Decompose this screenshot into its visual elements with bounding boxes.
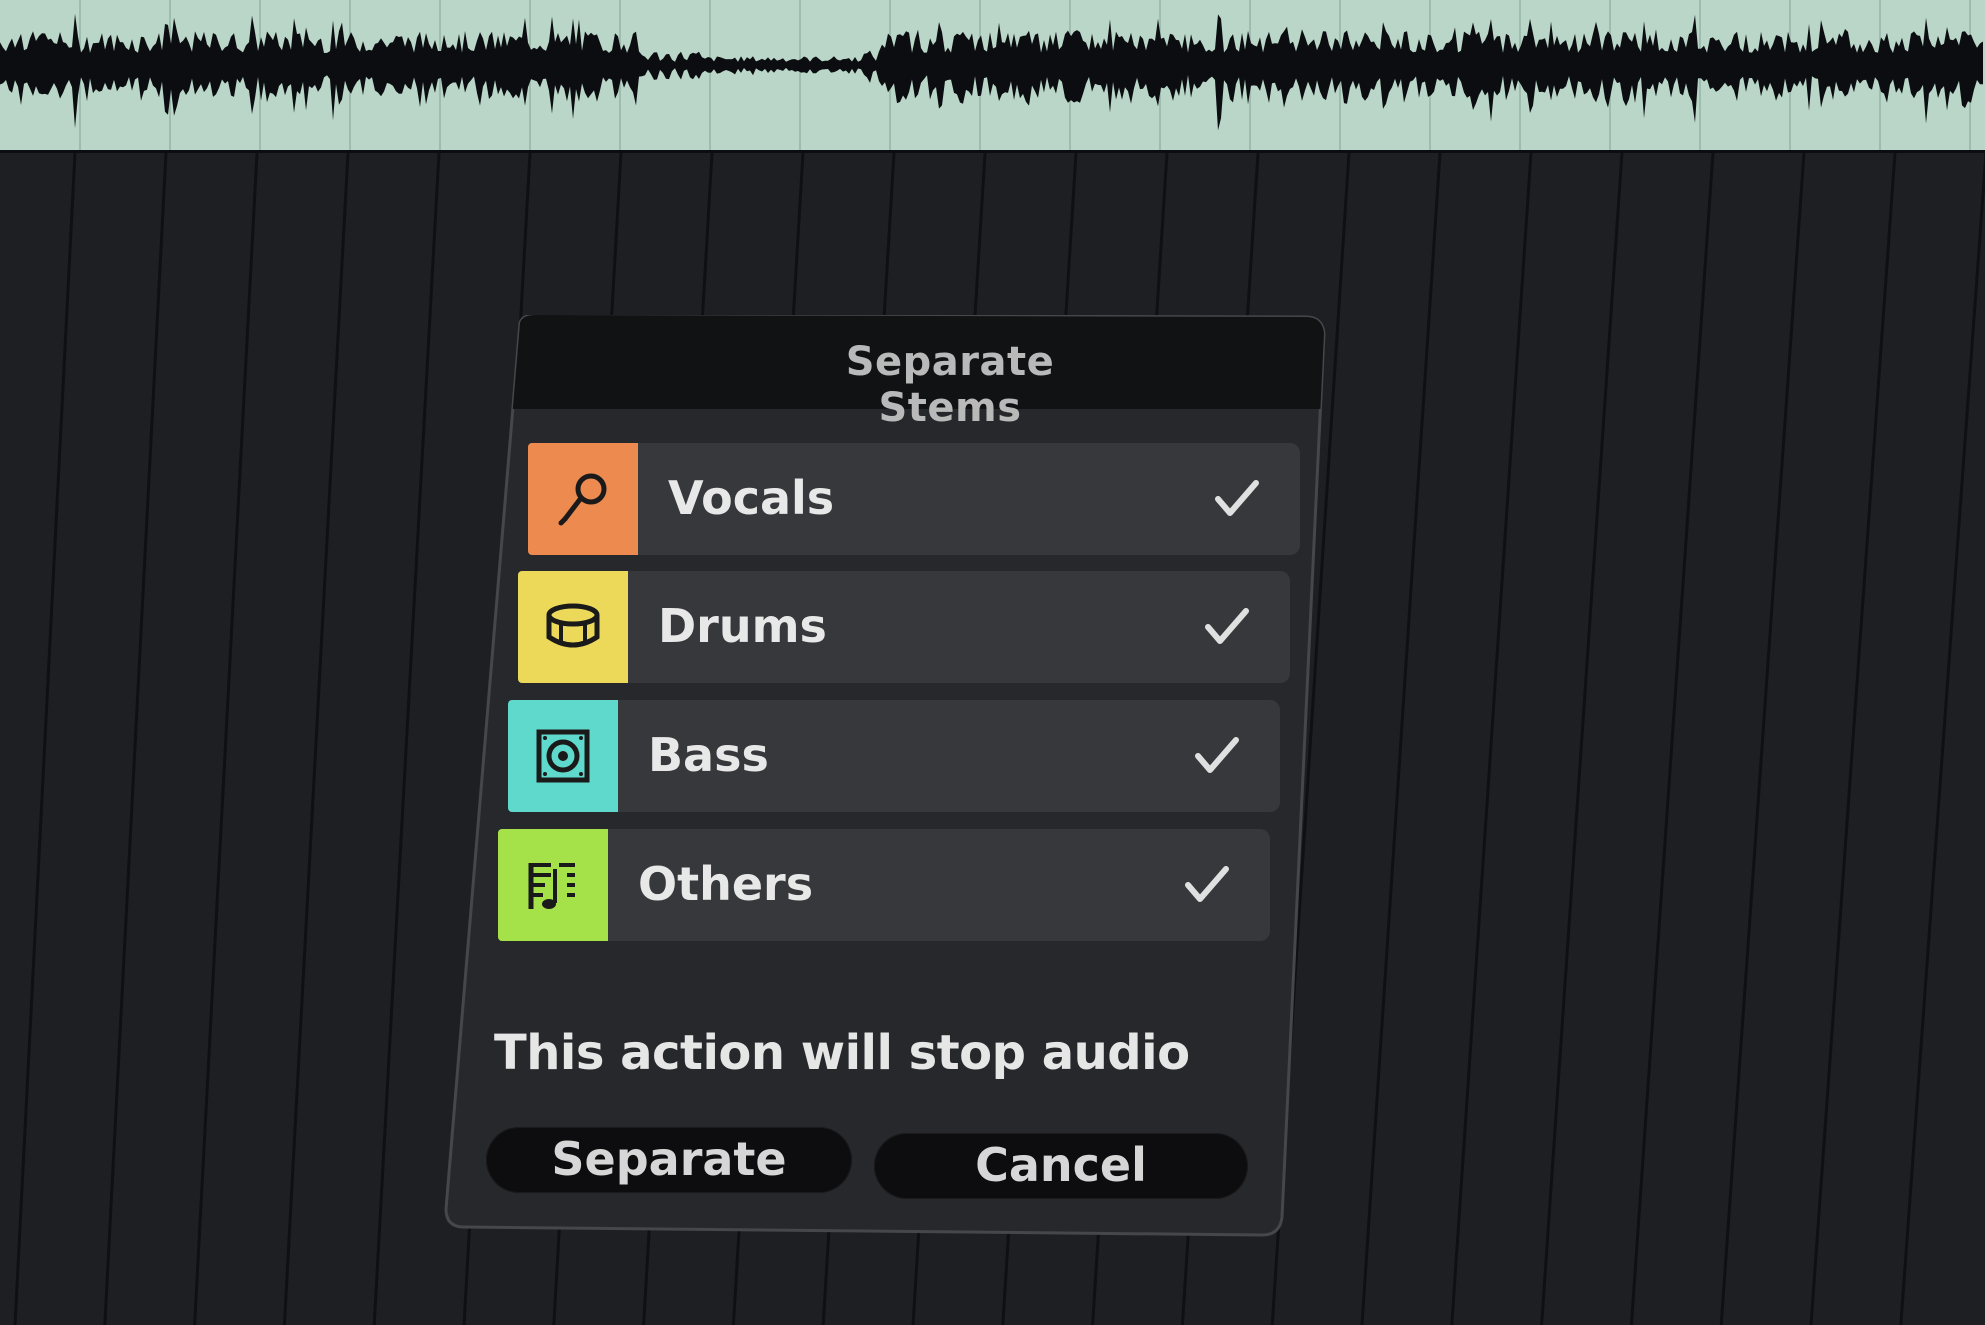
vocals-color-swatch xyxy=(528,443,638,555)
drums-color-swatch xyxy=(518,571,628,683)
bass-color-swatch xyxy=(508,700,618,812)
stem-row-bass[interactable]: Bass xyxy=(508,700,1280,812)
stem-body-drums[interactable]: Drums xyxy=(628,571,1290,683)
daw-window: Separate Stems Vocals Drums Bass Others … xyxy=(0,0,1985,1325)
checkmark-icon[interactable] xyxy=(1192,730,1242,780)
separate-button[interactable]: Separate xyxy=(486,1127,852,1193)
stem-row-others[interactable]: Others xyxy=(498,829,1270,941)
separate-stems-dialog: Separate Stems Vocals Drums Bass Others … xyxy=(440,315,1342,1240)
checkmark-icon[interactable] xyxy=(1182,859,1232,909)
dialog-title: Separate Stems xyxy=(845,339,1055,431)
checkmark-icon[interactable] xyxy=(1212,473,1262,523)
stem-row-drums[interactable]: Drums xyxy=(518,571,1290,683)
audio-clip-waveform[interactable] xyxy=(0,0,1985,153)
stem-label-drums: Drums xyxy=(658,599,827,653)
stem-label-bass: Bass xyxy=(648,728,769,782)
stem-body-others[interactable]: Others xyxy=(608,829,1270,941)
speaker-icon xyxy=(536,729,590,783)
warning-message: This action will stop audio xyxy=(494,1025,1190,1081)
stem-label-others: Others xyxy=(638,857,814,911)
sheet-music-icon xyxy=(528,863,575,909)
stem-body-bass[interactable]: Bass xyxy=(618,700,1280,812)
checkmark-icon[interactable] xyxy=(1202,601,1252,651)
microphone-icon xyxy=(558,473,607,526)
stem-body-vocals[interactable]: Vocals xyxy=(638,443,1300,555)
cancel-button[interactable]: Cancel xyxy=(874,1133,1248,1199)
drum-icon xyxy=(546,603,600,648)
stem-row-vocals[interactable]: Vocals xyxy=(528,443,1300,555)
stem-label-vocals: Vocals xyxy=(668,471,835,525)
waveform-graphic xyxy=(0,0,1983,150)
others-color-swatch xyxy=(498,829,608,941)
waveform-shape xyxy=(0,13,1983,131)
